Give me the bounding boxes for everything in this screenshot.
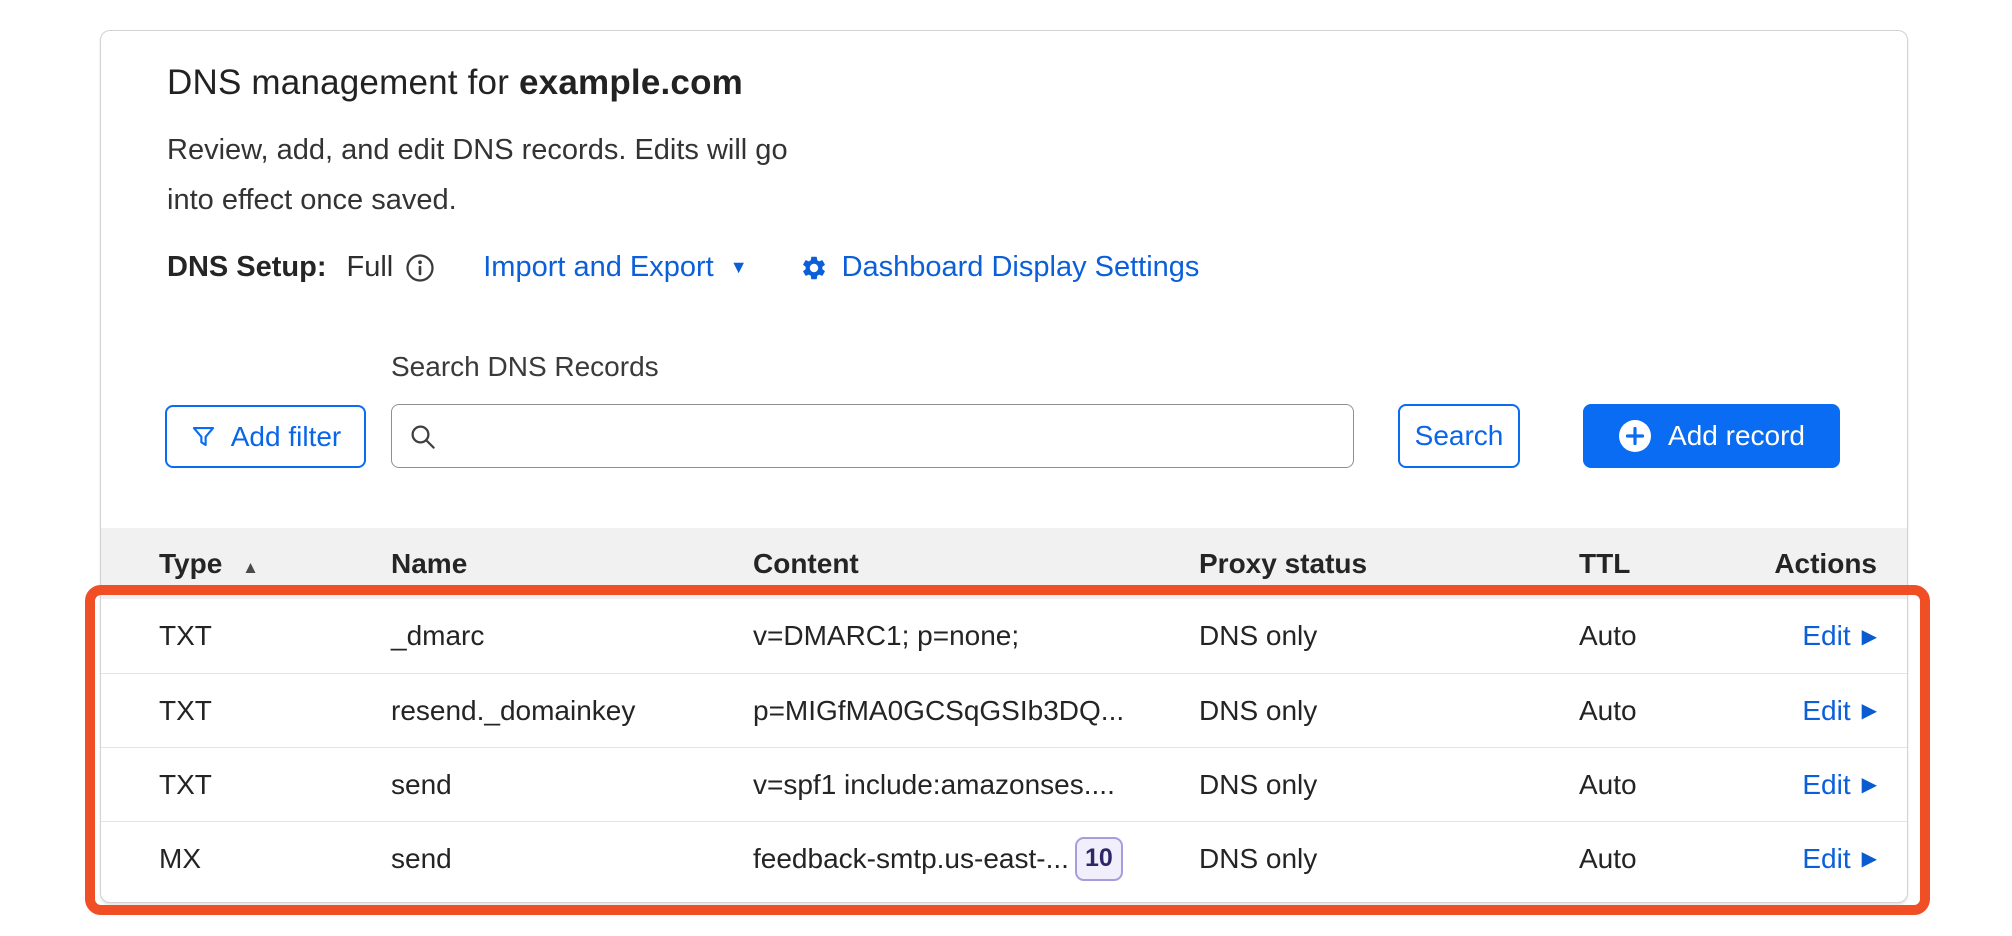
table-row[interactable]: MX send feedback-smtp.us-east-... 10 DNS… — [101, 821, 1907, 895]
table-row[interactable]: TXT resend._domainkey p=MIGfMA0GCSqGSIb3… — [101, 673, 1907, 747]
edit-link[interactable]: Edit ▶ — [1802, 620, 1877, 652]
cell-actions: Edit ▶ — [1763, 843, 1877, 875]
arrow-right-triangle-icon: ▶ — [1862, 698, 1877, 723]
info-circle-icon[interactable] — [405, 253, 435, 283]
dashboard-display-settings-link[interactable]: Dashboard Display Settings — [800, 251, 1200, 284]
records-toolbar: Add filter Search DNS Records Search — [101, 351, 1907, 501]
add-filter-label: Add filter — [231, 421, 342, 453]
cell-ttl: Auto — [1579, 769, 1763, 801]
add-record-label: Add record — [1668, 420, 1805, 452]
cell-name: _dmarc — [391, 620, 753, 652]
cell-type: MX — [159, 843, 391, 875]
dns-records-table: Type ▲ Name Content Proxy status TTL Act… — [101, 528, 1907, 895]
priority-badge: 10 — [1075, 837, 1123, 881]
cell-type: TXT — [159, 769, 391, 801]
plus-circle-icon — [1618, 419, 1652, 453]
table-row[interactable]: TXT send v=spf1 include:amazonses.... DN… — [101, 747, 1907, 821]
arrow-right-triangle-icon: ▶ — [1862, 624, 1877, 649]
gear-icon — [800, 254, 828, 282]
dns-management-card: DNS management for example.com Review, a… — [100, 30, 1908, 903]
cell-ttl: Auto — [1579, 843, 1763, 875]
cell-name: send — [391, 769, 753, 801]
cell-proxy-status: DNS only — [1199, 769, 1579, 801]
table-row[interactable]: TXT _dmarc v=DMARC1; p=none; DNS only Au… — [101, 599, 1907, 673]
column-header-type[interactable]: Type ▲ — [159, 548, 391, 580]
domain-name: example.com — [519, 63, 743, 102]
dashboard-display-settings-label: Dashboard Display Settings — [842, 251, 1200, 284]
add-filter-button[interactable]: Add filter — [165, 405, 366, 468]
sort-ascending-icon: ▲ — [242, 558, 259, 577]
cell-proxy-status: DNS only — [1199, 695, 1579, 727]
cell-ttl: Auto — [1579, 620, 1763, 652]
import-and-export-label: Import and Export — [483, 251, 714, 284]
column-header-ttl[interactable]: TTL — [1579, 548, 1763, 580]
page-description: Review, add, and edit DNS records. Edits… — [167, 125, 832, 225]
dns-setup-value: Full — [347, 251, 394, 284]
cell-content: feedback-smtp.us-east-... 10 — [753, 837, 1199, 881]
cell-name: resend._domainkey — [391, 695, 753, 727]
table-header-row: Type ▲ Name Content Proxy status TTL Act… — [101, 528, 1907, 599]
column-header-actions: Actions — [1763, 548, 1877, 580]
search-field-wrap — [391, 404, 1354, 468]
cell-ttl: Auto — [1579, 695, 1763, 727]
cell-content: v=DMARC1; p=none; — [753, 620, 1199, 652]
edit-link[interactable]: Edit ▶ — [1802, 769, 1877, 801]
dns-management-page: DNS management for example.com Review, a… — [0, 0, 2012, 936]
arrow-right-triangle-icon: ▶ — [1862, 846, 1877, 871]
column-header-content[interactable]: Content — [753, 548, 1199, 580]
cell-actions: Edit ▶ — [1763, 620, 1877, 652]
cell-content: v=spf1 include:amazonses.... — [753, 769, 1199, 801]
search-button-label: Search — [1415, 420, 1504, 452]
add-record-button[interactable]: Add record — [1583, 404, 1840, 468]
page-title: DNS management for example.com — [167, 63, 1907, 103]
card-header: DNS management for example.com Review, a… — [101, 31, 1907, 284]
edit-link[interactable]: Edit ▶ — [1802, 695, 1877, 727]
arrow-right-triangle-icon: ▶ — [1862, 772, 1877, 797]
filter-funnel-icon — [190, 423, 217, 450]
chevron-down-icon: ▼ — [730, 257, 748, 278]
cell-proxy-status: DNS only — [1199, 843, 1579, 875]
search-dns-records-label: Search DNS Records — [391, 351, 659, 383]
table-body: TXT _dmarc v=DMARC1; p=none; DNS only Au… — [101, 599, 1907, 895]
dns-setup-row: DNS Setup: Full Import and Export ▼ — [167, 251, 1907, 284]
cell-actions: Edit ▶ — [1763, 695, 1877, 727]
search-dns-records-input[interactable] — [391, 404, 1354, 468]
search-button[interactable]: Search — [1398, 404, 1520, 468]
column-header-proxy-status[interactable]: Proxy status — [1199, 548, 1579, 580]
import-and-export-link[interactable]: Import and Export ▼ — [483, 251, 747, 284]
page-title-prefix: DNS management for — [167, 63, 519, 102]
cell-type: TXT — [159, 695, 391, 727]
cell-actions: Edit ▶ — [1763, 769, 1877, 801]
cell-name: send — [391, 843, 753, 875]
cell-type: TXT — [159, 620, 391, 652]
column-header-name[interactable]: Name — [391, 548, 753, 580]
edit-link[interactable]: Edit ▶ — [1802, 843, 1877, 875]
dns-setup-label: DNS Setup: — [167, 251, 327, 284]
cell-proxy-status: DNS only — [1199, 620, 1579, 652]
cell-content: p=MIGfMA0GCSqGSIb3DQ... — [753, 695, 1199, 727]
